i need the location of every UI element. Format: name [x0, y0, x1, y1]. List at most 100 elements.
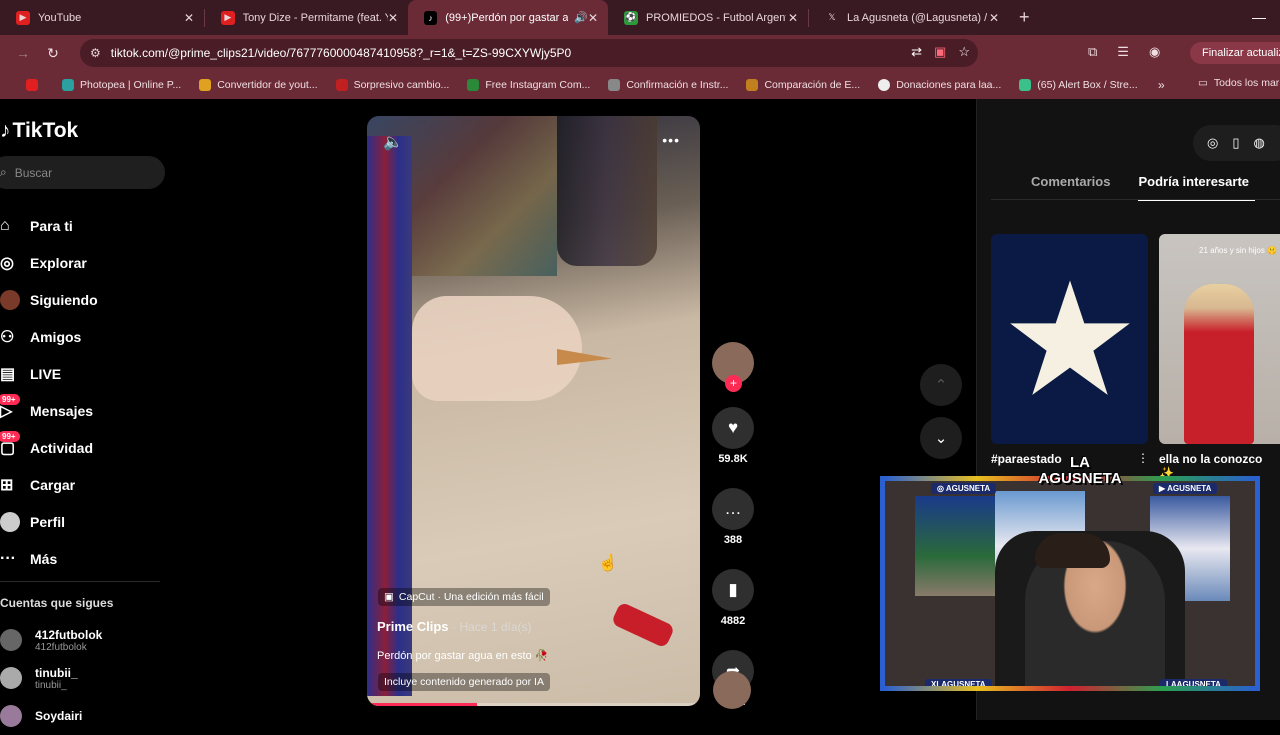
action-column: + ♥59.8K …388 ▮4882 ➦8732	[710, 342, 756, 708]
save-action[interactable]: ▮ 4882	[710, 569, 756, 627]
video-player[interactable]: 🔈 ••• ▣ CapCut · Una edición más fácil Pr…	[367, 116, 700, 706]
list-item[interactable]: tinubii_ tinubii_	[0, 659, 102, 697]
compass-icon[interactable]: ◎	[1207, 135, 1218, 151]
all-bookmarks-folder[interactable]: ▭ Todos los mar	[1198, 77, 1279, 89]
avatar	[0, 705, 22, 727]
tab-youtube[interactable]: ▶ YouTube ✕	[0, 0, 204, 35]
suggested-video-thumbnail[interactable]: 21 años y sin hijos 🤫	[1159, 234, 1280, 444]
sidebar-item-cargar[interactable]: ⊞ Cargar	[0, 466, 98, 503]
comment-action[interactable]: … 388	[710, 488, 756, 546]
close-icon[interactable]: ✕	[989, 11, 999, 25]
extensions-icon[interactable]: ⧉	[1088, 44, 1097, 60]
sidebar-item-amigos[interactable]: ⚇ Amigos	[0, 318, 98, 355]
profile-icon[interactable]: ◉	[1149, 44, 1160, 60]
bookmark-item[interactable]: Comparación de E...	[746, 79, 860, 91]
bookmark-icon[interactable]: ▮	[712, 569, 754, 611]
sidebar-item-mensajes[interactable]: ▷ 99+ Mensajes	[0, 392, 98, 429]
reload-icon[interactable]: ↻	[38, 45, 68, 62]
sidebar-item-actividad[interactable]: ▢ 99+ Actividad	[0, 429, 98, 466]
tab-promiedos[interactable]: ⚽ PROMIEDOS - Futbol Argentin ✕	[608, 0, 808, 35]
video-progress-bar[interactable]	[367, 703, 700, 706]
update-button[interactable]: Finalizar actualiz	[1190, 42, 1280, 64]
home-icon: ⌂	[0, 216, 10, 234]
search-input[interactable]: ⌕ Buscar	[0, 156, 165, 189]
close-icon[interactable]: ✕	[588, 11, 598, 25]
divider	[991, 199, 1280, 200]
cast-icon[interactable]: ▣	[934, 44, 946, 60]
author-avatar[interactable]: +	[712, 342, 754, 392]
follow-plus-icon[interactable]: +	[725, 375, 742, 392]
bookmark-item[interactable]: Confirmación e Instr...	[608, 79, 728, 91]
notification-badge: 99+	[0, 431, 20, 442]
sidebar-item-siguiendo[interactable]: Siguiendo	[0, 281, 98, 318]
more-options-icon[interactable]: •••	[662, 132, 680, 148]
browser-tab-bar: ▶ YouTube ✕ ▶ Tony Dize - Permitame (fea…	[0, 0, 1280, 35]
list-item[interactable]: 412futbolok 412futbolok	[0, 621, 102, 659]
bookmark-item[interactable]: (65) Alert Box / Stre...	[1019, 79, 1138, 91]
close-icon[interactable]: ✕	[184, 11, 194, 25]
scroll-down-button[interactable]: ⌄	[920, 417, 962, 459]
tiktok-logo[interactable]: ♪ TikTok	[0, 119, 78, 143]
video-progress-fill	[367, 703, 477, 706]
list-item[interactable]: Soydairi	[0, 697, 102, 735]
video-author[interactable]: Prime Clips · Hace 1 día(s)	[377, 619, 532, 634]
mobile-icon[interactable]: ▯	[1232, 135, 1239, 151]
avatar	[0, 629, 22, 651]
channel-logo: LA AGUSNETA	[1038, 454, 1122, 487]
friends-icon: ⚇	[0, 328, 15, 346]
more-options-icon[interactable]: ⋮	[1137, 451, 1149, 465]
live-icon: ▤	[0, 365, 16, 383]
bookmark-item[interactable]: Convertidor de yout...	[199, 79, 318, 91]
youtube-label: ▶ AGUSNETA	[1153, 483, 1218, 494]
volume-icon[interactable]: 🔈	[383, 132, 403, 152]
sidebar-item-perfil[interactable]: Perfil	[0, 503, 98, 540]
suggested-video-thumbnail[interactable]	[991, 234, 1148, 444]
address-bar[interactable]: ⚙ tiktok.com/@prime_clips21/video/767776…	[80, 39, 978, 67]
chevron-right-icon[interactable]: »	[1158, 78, 1165, 92]
compare-icon	[746, 79, 759, 91]
close-icon[interactable]: ✕	[388, 11, 398, 25]
scroll-up-button[interactable]: ⌃	[920, 364, 962, 406]
site-info-icon[interactable]: ⚙	[90, 46, 101, 60]
x-label: XLAGUSNETA	[925, 679, 992, 686]
youtube-icon	[26, 79, 38, 91]
minimize-icon[interactable]: —	[1252, 9, 1266, 25]
tiktok-icon: ♪	[424, 10, 438, 25]
sound-avatar[interactable]	[713, 671, 751, 709]
close-icon[interactable]: ✕	[788, 11, 798, 25]
video-frame-shirt	[367, 136, 412, 696]
comment-icon[interactable]: …	[712, 488, 754, 530]
bookmark-item[interactable]: Photopea | Online P...	[62, 79, 181, 91]
sidebar-item-mas[interactable]: ··· Más	[0, 540, 98, 577]
url-text[interactable]: tiktok.com/@prime_clips21/video/76777600…	[111, 46, 571, 60]
forward-icon[interactable]: →	[8, 45, 38, 61]
globe-icon[interactable]: ◍	[1254, 135, 1265, 151]
youtube-icon: ▶	[1159, 484, 1168, 493]
translate-icon[interactable]: ⇄	[911, 44, 922, 60]
tab-tony-dize[interactable]: ▶ Tony Dize - Permitame (feat. Ya ✕	[205, 0, 408, 35]
instagram-label: ◎ AGUSNETA	[931, 483, 997, 494]
sidebar-item-live[interactable]: ▤ LIVE	[0, 355, 98, 392]
webcam-frame-stadium	[915, 496, 995, 596]
bookmark-item[interactable]	[26, 79, 44, 91]
speaker-icon[interactable]: 🔊	[574, 11, 588, 24]
sidebar-item-explorar[interactable]: ◎ Explorar	[0, 244, 98, 281]
bookmark-item[interactable]: Donaciones para laa...	[878, 79, 1001, 91]
like-action[interactable]: ♥ 59.8K	[710, 407, 756, 465]
tab-comentarios[interactable]: Comentarios	[1031, 174, 1110, 201]
tab-x-agusneta[interactable]: 𝕏 La Agusneta (@Lagusneta) / X ✕	[809, 0, 1009, 35]
webcam-frame-hair	[1035, 533, 1110, 568]
following-list: 412futbolok 412futbolok tinubii_ tinubii_ …	[0, 621, 102, 735]
tab-podria-interesarte[interactable]: Podría interesarte	[1138, 174, 1256, 201]
heart-icon[interactable]: ♥	[712, 407, 754, 449]
sidebar-item-para-ti[interactable]: ⌂ Para ti	[0, 207, 98, 244]
alert-box-icon	[1019, 79, 1032, 91]
star-icon	[1009, 280, 1130, 395]
capcut-tag[interactable]: ▣ CapCut · Una edición más fácil	[378, 588, 550, 606]
bookmark-item[interactable]: Free Instagram Com...	[467, 79, 590, 91]
tab-tiktok-active[interactable]: ♪ (99+)Perdón por gastar agu 🔊 ✕	[408, 0, 608, 35]
star-icon[interactable]: ☆	[958, 44, 970, 60]
bookmark-item[interactable]: Sorpresivo cambio...	[335, 79, 449, 91]
media-icon[interactable]: ☰	[1117, 44, 1129, 60]
new-tab-button[interactable]: +	[1019, 7, 1030, 28]
